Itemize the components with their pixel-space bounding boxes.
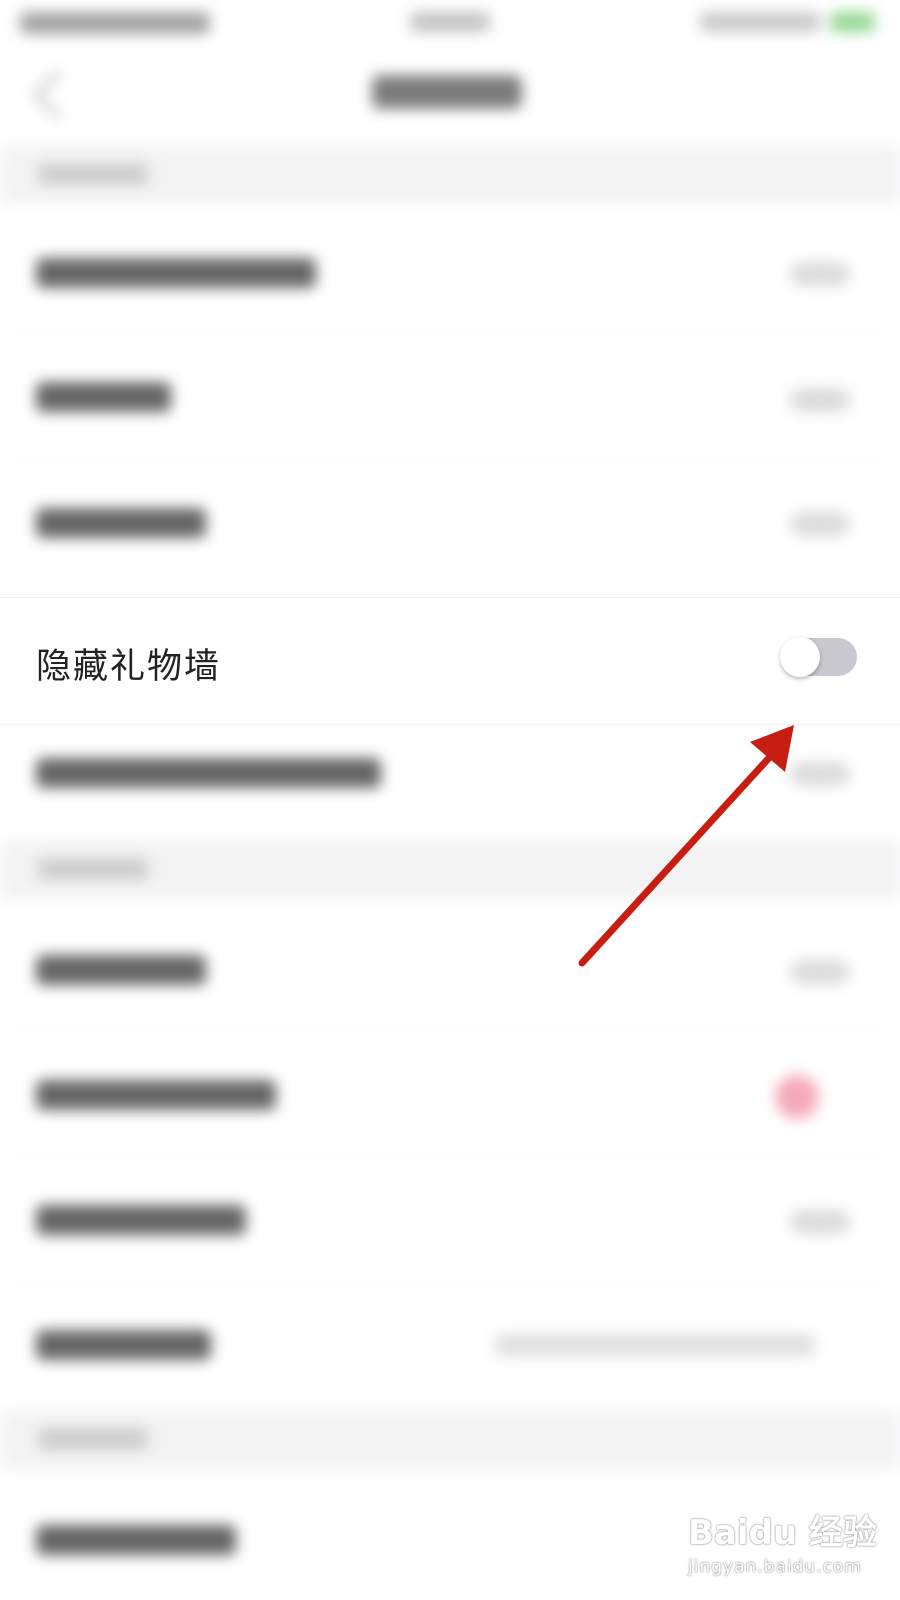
hide-gift-wall-toggle[interactable] [780, 637, 857, 677]
setting-row-label [36, 1330, 211, 1360]
setting-row-toggle[interactable] [790, 762, 850, 786]
setting-row-label [36, 758, 381, 788]
hide-gift-wall-label: 隐藏礼物墙 [36, 647, 222, 687]
status-bar [0, 0, 900, 50]
battery-icon [830, 12, 875, 32]
status-indicators [700, 12, 820, 32]
divider [0, 1030, 900, 1031]
status-carrier [410, 12, 490, 32]
section-header [0, 145, 900, 205]
setting-row-label [36, 1080, 276, 1110]
watermark-main: Baidu 经验 [688, 1513, 877, 1553]
setting-row-value [495, 1334, 815, 1356]
divider [0, 1155, 900, 1156]
status-time [20, 12, 210, 34]
nav-bar [0, 55, 900, 135]
setting-row-label [36, 258, 316, 288]
setting-row-toggle[interactable] [790, 960, 850, 984]
app-screen: 隐藏礼物墙 Baidu 经验 jingyan.baidu.com [0, 0, 900, 1600]
section-label [38, 858, 148, 880]
page-title [372, 75, 522, 109]
baidu-watermark: Baidu 经验 jingyan.baidu.com [688, 1505, 888, 1595]
section-label [38, 163, 148, 185]
setting-row-toggle[interactable] [790, 262, 850, 286]
setting-row-label [36, 955, 206, 985]
section-header [0, 840, 900, 900]
watermark-sub: jingyan.baidu.com [688, 1557, 862, 1577]
toggle-knob [780, 637, 820, 677]
setting-row-badge[interactable] [775, 1075, 819, 1119]
setting-row-toggle[interactable] [790, 1210, 850, 1234]
setting-row-label [36, 1205, 246, 1235]
setting-row-label [36, 382, 171, 412]
divider [0, 1280, 900, 1281]
setting-row-toggle[interactable] [790, 512, 850, 536]
back-icon[interactable] [32, 69, 83, 120]
hide-gift-wall-row[interactable]: 隐藏礼物墙 [0, 597, 900, 725]
setting-row-toggle[interactable] [790, 388, 850, 412]
setting-row-label [36, 1525, 236, 1555]
setting-row-label [36, 508, 206, 538]
divider [0, 460, 900, 461]
section-header [0, 1410, 900, 1470]
blurred-background [0, 0, 900, 1600]
divider [0, 335, 900, 336]
section-label [38, 1428, 148, 1450]
